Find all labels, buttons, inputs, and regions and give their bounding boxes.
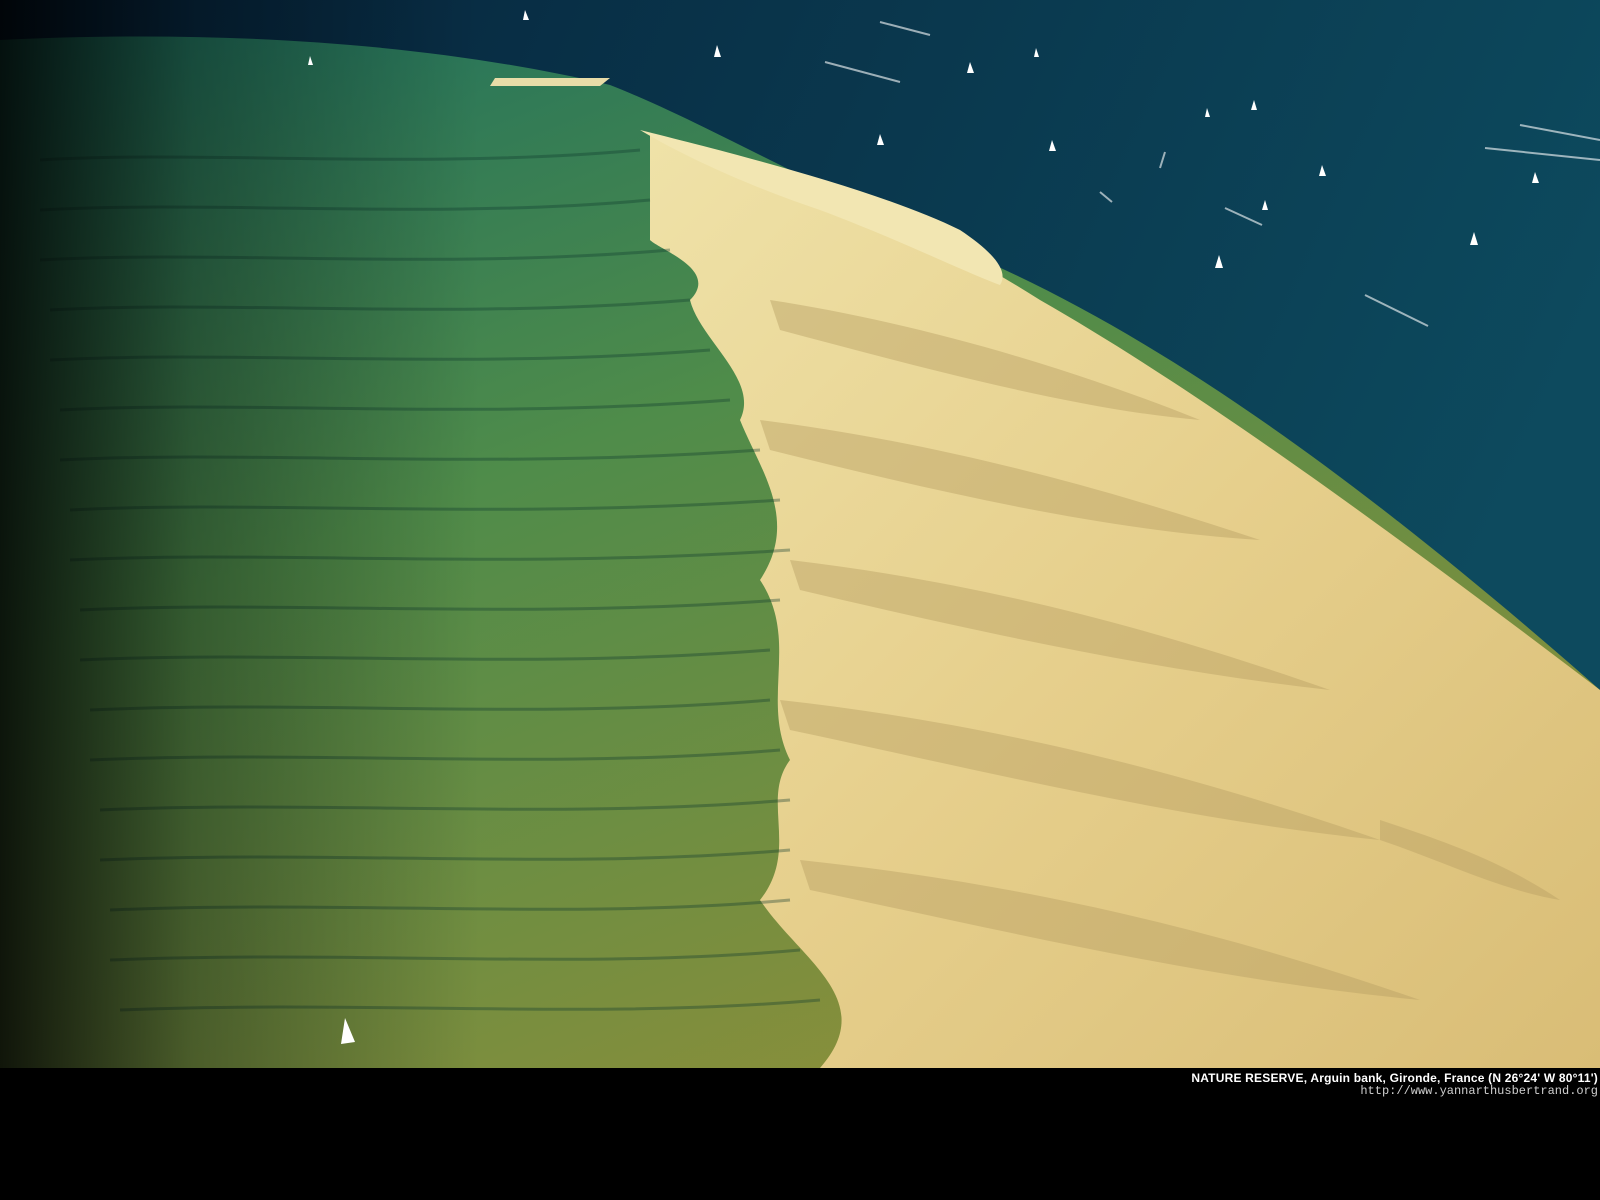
photo-svg — [0, 0, 1600, 1068]
photo-caption-title: NATURE RESERVE, Arguin bank, Gironde, Fr… — [1191, 1071, 1598, 1085]
photo-caption-url[interactable]: http://www.yannarthusbertrand.org — [1360, 1084, 1598, 1098]
vignette — [0, 0, 1600, 1068]
aerial-photograph — [0, 0, 1600, 1068]
